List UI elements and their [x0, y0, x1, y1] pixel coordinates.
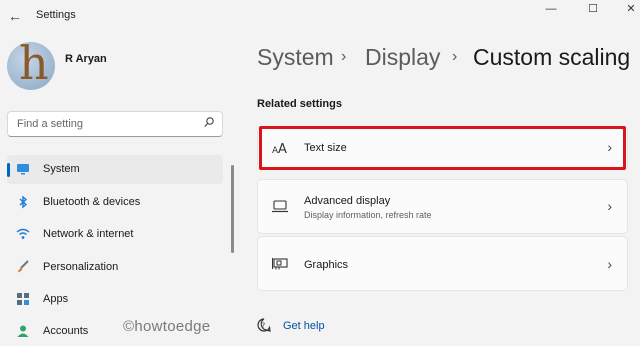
watermark: ©howtoedge [123, 318, 211, 335]
user-name: R Aryan [65, 53, 107, 65]
sidebar-item-label: Network & internet [43, 228, 134, 240]
svg-text:?: ? [262, 322, 266, 330]
advanced-display-sublabel: Display information, refresh rate [304, 210, 432, 220]
breadcrumb-separator: › [452, 48, 458, 65]
chevron-right-icon: › [607, 256, 612, 272]
sidebar-item-system[interactable]: System [7, 155, 223, 184]
help-icon[interactable]: ? [257, 318, 271, 332]
sidebar-scrollbar[interactable] [231, 165, 234, 253]
get-help-link[interactable]: Get help [283, 320, 325, 332]
chevron-right-icon: › [607, 198, 612, 214]
sidebar-item-network[interactable]: Network & internet [7, 220, 223, 249]
back-arrow-icon[interactable]: ← [6, 8, 24, 24]
maximize-icon[interactable]: ☐ [582, 2, 604, 18]
apps-icon [17, 293, 29, 305]
advanced-display-card[interactable]: Advanced display Display information, re… [257, 179, 628, 234]
minimize-icon[interactable]: — [540, 2, 562, 18]
avatar[interactable]: h [7, 42, 55, 90]
sidebar-item-label: Personalization [43, 261, 119, 273]
sidebar-item-label: Accounts [43, 325, 89, 337]
wifi-icon [16, 228, 30, 239]
search-input[interactable]: Find a setting [7, 111, 223, 137]
active-indicator [7, 163, 10, 177]
sidebar-item-apps[interactable]: Apps [7, 285, 223, 314]
breadcrumb-item-system[interactable]: System [257, 44, 334, 71]
title-bar: ← Settings — ☐ ✕ [0, 0, 640, 32]
sidebar-item-label: Bluetooth & devices [43, 196, 141, 208]
sidebar-item-bluetooth[interactable]: Bluetooth & devices [7, 188, 223, 217]
close-icon[interactable]: ✕ [620, 2, 640, 18]
advanced-display-label: Advanced display [304, 195, 391, 207]
page-title: Custom scaling [473, 44, 631, 70]
graphics-card-icon [272, 258, 288, 270]
bluetooth-icon [19, 195, 28, 209]
monitor-icon [17, 164, 29, 175]
graphics-label: Graphics [304, 259, 349, 271]
search-icon[interactable] [204, 117, 214, 129]
sidebar-item-personalization[interactable]: Personalization [7, 253, 223, 282]
graphics-card[interactable]: Graphics › [257, 236, 628, 291]
breadcrumb-item-display[interactable]: Display [365, 44, 440, 71]
laptop-icon [272, 200, 288, 213]
paintbrush-icon [18, 260, 29, 273]
search-placeholder: Find a setting [17, 118, 84, 130]
breadcrumb-separator: › [341, 48, 347, 65]
app-title: Settings [36, 9, 76, 21]
highlight-box [259, 126, 626, 170]
sidebar-item-label: Apps [43, 293, 69, 305]
avatar-letter: h [19, 42, 49, 90]
related-settings-heading: Related settings [257, 98, 342, 110]
sidebar-item-label: System [43, 163, 80, 175]
account-icon [17, 325, 29, 337]
